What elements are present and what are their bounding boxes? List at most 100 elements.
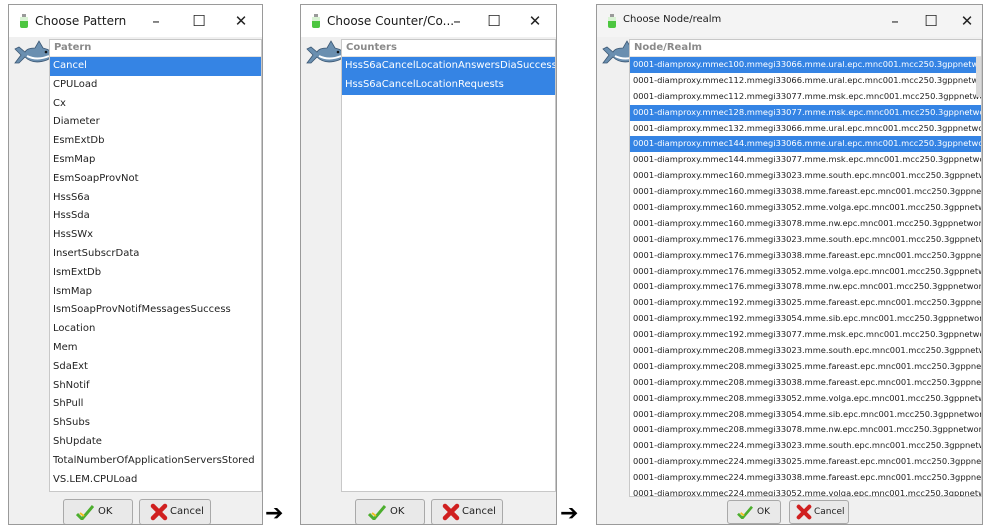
list-item[interactable]: InsertSubscrData bbox=[50, 245, 261, 264]
node-listbox[interactable]: Node/Realm 0001-diamproxy.mmec100.mmegi3… bbox=[629, 39, 982, 497]
list-item[interactable]: 0001-diamproxy.mmec224.mmegi33025.mme.fa… bbox=[630, 454, 981, 470]
node-list: 0001-diamproxy.mmec100.mmegi33066.mme.ur… bbox=[630, 57, 981, 496]
list-item[interactable]: TotalNumberOfApplicationServersStored bbox=[50, 452, 261, 471]
pattern-list: Cancel CPULoad Cx Diameter EsmExtDb EsmMap Esm… bbox=[50, 57, 261, 491]
minimize-icon[interactable]: – bbox=[439, 7, 475, 35]
list-item[interactable]: IsmSoapProvNotifMessagesSuccess bbox=[50, 301, 261, 320]
list-item[interactable]: ShPull bbox=[50, 395, 261, 414]
column-header[interactable]: Counters bbox=[342, 40, 555, 57]
list-item[interactable]: 0001-diamproxy.mmec208.mmegi33038.mme.fa… bbox=[630, 375, 981, 391]
counter-listbox[interactable]: Counters HssS6aCancelLocationAnswersDiaS… bbox=[341, 39, 556, 492]
list-item[interactable]: 0001-diamproxy.mmec144.mmegi33077.mme.ms… bbox=[630, 152, 981, 168]
list-item[interactable]: Cx bbox=[50, 95, 261, 114]
node-titlebar[interactable]: Choose Node/realm – ☐ ✕ bbox=[597, 5, 982, 37]
node-window: Choose Node/realm – ☐ ✕ Node/Realm 0001-… bbox=[596, 4, 983, 525]
list-item[interactable]: 0001-diamproxy.mmec112.mmegi33066.mme.ur… bbox=[630, 73, 981, 89]
list-item[interactable]: 0001-diamproxy.mmec176.mmegi33052.mme.vo… bbox=[630, 264, 981, 280]
list-item[interactable]: Mem bbox=[50, 339, 261, 358]
list-item[interactable]: Location bbox=[50, 320, 261, 339]
cancel-button[interactable]: Cancel bbox=[431, 499, 503, 524]
list-item[interactable]: 0001-diamproxy.mmec144.mmegi33066.mme.ur… bbox=[630, 136, 981, 153]
next-arrow-icon: ➔ bbox=[265, 501, 284, 526]
list-item[interactable]: EsmSoapProvNot bbox=[50, 170, 261, 189]
counter-list: HssS6aCancelLocationAnswersDiaSuccess Hss… bbox=[342, 57, 555, 95]
app-bottle-icon bbox=[20, 14, 28, 28]
app-bottle-icon bbox=[312, 14, 320, 28]
minimize-icon[interactable]: – bbox=[138, 7, 174, 35]
list-item[interactable]: VS.LEM.Mem bbox=[50, 489, 261, 491]
column-header[interactable]: Patern bbox=[50, 40, 261, 57]
counter-window: Choose Counter/Co... – ☐ ✕ Counters HssS… bbox=[300, 4, 557, 525]
window-title: Choose Counter/Co... bbox=[327, 14, 455, 28]
window-title: Choose Pattern bbox=[35, 14, 127, 28]
list-item[interactable]: CPULoad bbox=[50, 76, 261, 95]
list-item[interactable]: VS.LEM.CPULoad bbox=[50, 471, 261, 490]
ok-button[interactable]: OK bbox=[355, 499, 425, 524]
list-item[interactable]: ShSubs bbox=[50, 414, 261, 433]
cancel-label: Cancel bbox=[814, 507, 845, 517]
maximize-icon[interactable]: ☐ bbox=[476, 7, 512, 35]
cancel-label: Cancel bbox=[170, 506, 204, 517]
ok-check-icon bbox=[368, 505, 386, 520]
list-item[interactable]: 0001-diamproxy.mmec208.mmegi33078.mme.nw… bbox=[630, 422, 981, 438]
pattern-window: Choose Pattern – ☐ ✕ Patern Cancel CPULoa… bbox=[8, 4, 263, 525]
list-item[interactable]: 0001-diamproxy.mmec176.mmegi33038.mme.fa… bbox=[630, 248, 981, 264]
list-item[interactable]: 0001-diamproxy.mmec192.mmegi33054.mme.si… bbox=[630, 311, 981, 327]
list-item[interactable]: 0001-diamproxy.mmec224.mmegi33023.mme.so… bbox=[630, 438, 981, 454]
close-icon[interactable]: ✕ bbox=[223, 7, 259, 35]
list-item[interactable]: 0001-diamproxy.mmec224.mmegi33038.mme.fa… bbox=[630, 470, 981, 486]
list-item[interactable]: 0001-diamproxy.mmec208.mmegi33054.mme.si… bbox=[630, 407, 981, 423]
list-item[interactable]: 0001-diamproxy.mmec176.mmegi33078.mme.nw… bbox=[630, 279, 981, 295]
list-item[interactable]: 0001-diamproxy.mmec100.mmegi33066.mme.ur… bbox=[630, 57, 981, 73]
ok-label: OK bbox=[390, 506, 405, 517]
list-item[interactable]: EsmMap bbox=[50, 151, 261, 170]
list-item[interactable]: 0001-diamproxy.mmec128.mmegi33077.mme.ms… bbox=[630, 104, 981, 121]
column-header[interactable]: Node/Realm bbox=[630, 40, 981, 57]
list-item[interactable]: 0001-diamproxy.mmec112.mmegi33077.mme.ms… bbox=[630, 89, 981, 105]
list-item[interactable]: 0001-diamproxy.mmec132.mmegi33066.mme.ur… bbox=[630, 121, 981, 137]
ok-check-icon bbox=[737, 505, 753, 519]
list-item[interactable]: 0001-diamproxy.mmec192.mmegi33025.mme.fa… bbox=[630, 295, 981, 311]
list-item[interactable]: HssS6aCancelLocationRequests bbox=[342, 75, 555, 95]
list-item[interactable]: IsmMap bbox=[50, 283, 261, 302]
list-item[interactable]: 0001-diamproxy.mmec208.mmegi33052.mme.vo… bbox=[630, 391, 981, 407]
list-item[interactable]: HssS6aCancelLocationAnswersDiaSuccess bbox=[342, 57, 555, 76]
list-item[interactable]: Cancel bbox=[50, 57, 261, 76]
vertical-scrollbar[interactable] bbox=[976, 57, 981, 97]
list-item[interactable]: 0001-diamproxy.mmec160.mmegi33038.mme.fa… bbox=[630, 184, 981, 200]
ok-button[interactable]: OK bbox=[63, 499, 133, 524]
close-icon[interactable]: ✕ bbox=[517, 7, 553, 35]
list-item[interactable]: HssSWx bbox=[50, 226, 261, 245]
list-item[interactable]: 0001-diamproxy.mmec176.mmegi33023.mme.so… bbox=[630, 232, 981, 248]
maximize-icon[interactable]: ☐ bbox=[181, 7, 217, 35]
list-item[interactable]: 0001-diamproxy.mmec224.mmegi33052.mme.vo… bbox=[630, 486, 981, 496]
list-item[interactable]: Diameter bbox=[50, 113, 261, 132]
list-item[interactable]: 0001-diamproxy.mmec208.mmegi33023.mme.so… bbox=[630, 343, 981, 359]
ok-button[interactable]: OK bbox=[727, 500, 781, 524]
list-item[interactable]: 0001-diamproxy.mmec160.mmegi33078.mme.nw… bbox=[630, 216, 981, 232]
list-item[interactable]: 0001-diamproxy.mmec160.mmegi33052.mme.vo… bbox=[630, 200, 981, 216]
ok-check-icon bbox=[76, 505, 94, 520]
close-icon[interactable]: ✕ bbox=[949, 7, 982, 35]
cancel-label: Cancel bbox=[462, 506, 496, 517]
minimize-icon[interactable]: – bbox=[877, 7, 913, 35]
list-item[interactable]: 0001-diamproxy.mmec208.mmegi33025.mme.fa… bbox=[630, 359, 981, 375]
list-item[interactable]: ShNotif bbox=[50, 377, 261, 396]
pattern-listbox[interactable]: Patern Cancel CPULoad Cx Diameter EsmExtDb Es… bbox=[49, 39, 262, 492]
list-item[interactable]: SdaExt bbox=[50, 358, 261, 377]
maximize-icon[interactable]: ☐ bbox=[913, 7, 949, 35]
cancel-x-icon bbox=[150, 503, 168, 521]
list-item[interactable]: HssSda bbox=[50, 207, 261, 226]
ok-label: OK bbox=[757, 507, 770, 517]
pattern-titlebar[interactable]: Choose Pattern – ☐ ✕ bbox=[9, 5, 262, 37]
counter-titlebar[interactable]: Choose Counter/Co... – ☐ ✕ bbox=[301, 5, 556, 37]
list-item[interactable]: 0001-diamproxy.mmec192.mmegi33077.mme.ms… bbox=[630, 327, 981, 343]
list-item[interactable]: ShUpdate bbox=[50, 433, 261, 452]
app-bottle-icon bbox=[608, 14, 616, 28]
list-item[interactable]: 0001-diamproxy.mmec160.mmegi33023.mme.so… bbox=[630, 168, 981, 184]
cancel-button[interactable]: Cancel bbox=[139, 499, 211, 524]
list-item[interactable]: HssS6a bbox=[50, 189, 261, 208]
list-item[interactable]: EsmExtDb bbox=[50, 132, 261, 151]
cancel-button[interactable]: Cancel bbox=[789, 500, 849, 524]
list-item[interactable]: IsmExtDb bbox=[50, 264, 261, 283]
